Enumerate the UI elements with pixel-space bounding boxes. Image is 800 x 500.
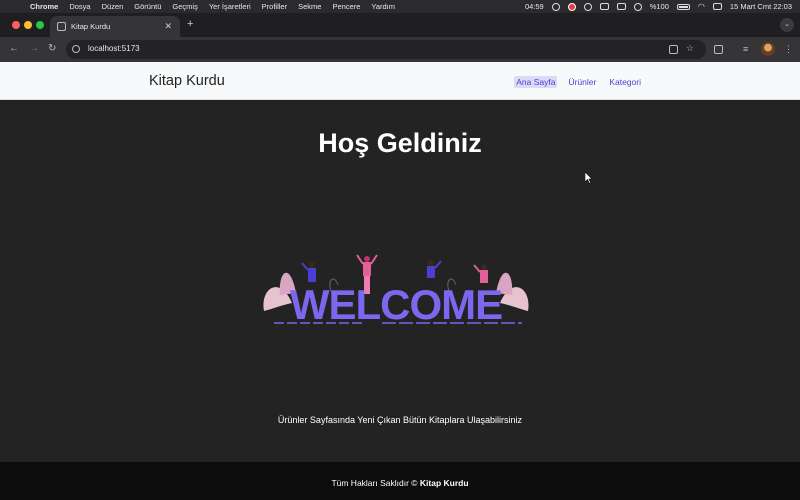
play-icon[interactable] (583, 2, 592, 11)
translate-icon[interactable] (669, 45, 678, 54)
menu-gecmis[interactable]: Geçmiş (172, 2, 197, 11)
browser-toolbar: ← → ↻ localhost:5173 ☆ ≡ ⋮ (0, 37, 800, 62)
menu-profiller[interactable]: Profiller (262, 2, 287, 11)
site-nav: Ana Sayfa Ürünler Kategori (505, 76, 643, 88)
menu-pencere[interactable]: Pencere (332, 2, 360, 11)
menubar-datetime[interactable]: 15 Mart Cmt 22:03 (730, 2, 792, 11)
nav-link-ana-sayfa[interactable]: Ana Sayfa (514, 76, 558, 88)
nav-link-kategori[interactable]: Kategori (607, 76, 643, 88)
menu-dosya[interactable]: Dosya (69, 2, 90, 11)
extensions-icon[interactable] (714, 45, 723, 54)
display-icon[interactable] (599, 3, 609, 10)
page-title: Hoş Geldiniz (318, 128, 482, 158)
tab-title: Kitap Kurdu (71, 22, 111, 31)
web-page: Kitap Kurdu Ana Sayfa Ürünler Kategori H… (0, 62, 800, 500)
close-window-icon[interactable] (12, 21, 20, 29)
site-brand[interactable]: Kitap Kurdu (149, 73, 225, 89)
menu-goruntu[interactable]: Görüntü (134, 2, 161, 11)
welcome-illustration: WELCOME (263, 254, 529, 325)
site-info-icon[interactable] (72, 45, 80, 53)
status-tray: 04:59 %100 ◠ 15 Mart Cmt 22:03 (525, 0, 792, 13)
favicon-icon (57, 22, 66, 31)
window-icon[interactable] (616, 3, 626, 10)
minimize-window-icon[interactable] (24, 21, 32, 29)
welcome-banner-text: WELCOME (290, 281, 502, 325)
browser-tab-strip: Kitap Kurdu ✕ + ⌄ (0, 13, 800, 37)
new-tab-button[interactable]: + (187, 18, 193, 30)
url-text[interactable]: localhost:5173 (88, 44, 140, 53)
menu-sekme[interactable]: Sekme (298, 2, 321, 11)
browser-tab[interactable]: Kitap Kurdu ✕ (50, 16, 180, 37)
back-icon[interactable]: ← (9, 43, 19, 54)
footer-brand: Kitap Kurdu (419, 478, 469, 488)
tab-search-button[interactable]: ⌄ (780, 18, 794, 32)
main-content: Hoş Geldiniz WELCOME Ürünler Sayfasında … (0, 100, 800, 462)
wifi-icon[interactable]: ◠ (698, 2, 705, 11)
battery-percent[interactable]: %100 (650, 2, 669, 11)
media-icon[interactable] (633, 2, 642, 11)
menu-yardim[interactable]: Yardım (371, 2, 395, 11)
record-icon[interactable] (567, 2, 576, 11)
forward-icon[interactable]: → (29, 43, 39, 54)
pause-icon[interactable] (551, 2, 560, 11)
menu-yer-isaretleri[interactable]: Yer İşaretleri (209, 2, 251, 11)
control-center-icon[interactable] (712, 3, 722, 10)
footer-copyright: Tüm Hakları Saklıdır © (331, 478, 418, 488)
site-navbar: Kitap Kurdu Ana Sayfa Ürünler Kategori (0, 62, 800, 100)
footer-text: Tüm Hakları Saklıdır © Kitap Kurdu (0, 478, 800, 488)
zoom-window-icon[interactable] (36, 21, 44, 29)
macos-menu-bar: Chrome Dosya Düzen Görüntü Geçmiş Yer İş… (0, 0, 800, 13)
app-menus: Chrome Dosya Düzen Görüntü Geçmiş Yer İş… (22, 2, 395, 11)
menu-duzen[interactable]: Düzen (102, 2, 124, 11)
reload-icon[interactable]: ↻ (48, 43, 56, 54)
site-footer: Tüm Hakları Saklıdır © Kitap Kurdu (0, 462, 800, 500)
menu-app-chrome[interactable]: Chrome (30, 2, 58, 11)
address-bar[interactable]: localhost:5173 ☆ (66, 40, 706, 59)
page-subtitle: Ürünler Sayfasında Yeni Çıkan Bütün Kita… (277, 415, 523, 425)
mouse-cursor-icon (585, 172, 593, 184)
profile-avatar[interactable] (761, 42, 775, 56)
media-controls-icon[interactable]: ≡ (743, 44, 748, 54)
more-menu-icon[interactable]: ⋮ (784, 44, 793, 55)
close-tab-icon[interactable]: ✕ (164, 21, 172, 32)
nav-link-urunler[interactable]: Ürünler (566, 76, 598, 88)
tray-time[interactable]: 04:59 (525, 2, 544, 11)
battery-icon[interactable] (676, 3, 690, 10)
bookmark-star-icon[interactable]: ☆ (686, 43, 694, 54)
